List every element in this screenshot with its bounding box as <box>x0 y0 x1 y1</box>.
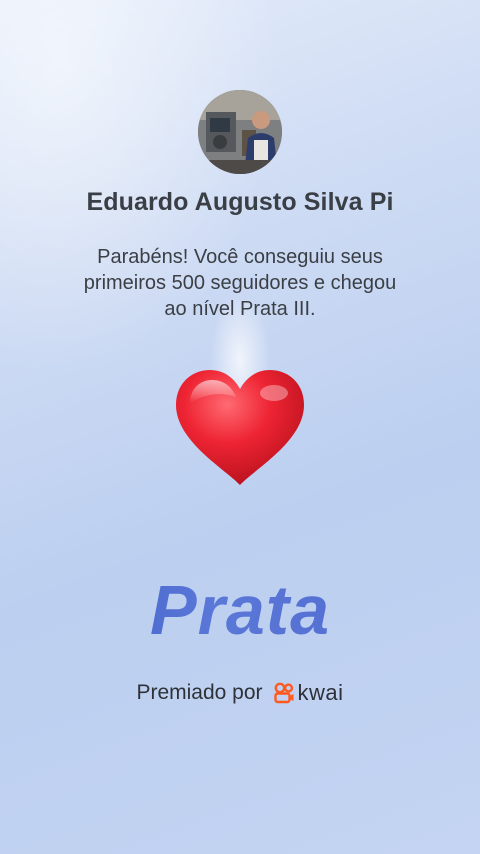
kwai-brand[interactable]: kwai <box>273 680 344 706</box>
awarded-by: Premiado por kwai <box>0 680 480 706</box>
user-name: Eduardo Augusto Silva Pi <box>86 188 394 216</box>
kwai-logo-icon <box>273 682 295 704</box>
kwai-brand-name: kwai <box>297 680 344 705</box>
message-line-2: primeiros 500 seguidores e chegou <box>83 272 397 294</box>
level-title: Prata <box>0 570 480 650</box>
heart-icon <box>170 365 310 490</box>
message-line-1: Parabéns! Você conseguiu seus <box>97 246 383 268</box>
message-line-3: ao nível Prata III. <box>164 298 316 320</box>
congrats-message: Parabéns! Você conseguiu seus primeiros … <box>60 244 420 322</box>
avatar[interactable] <box>198 90 282 174</box>
awarded-by-label: Premiado por <box>136 681 263 704</box>
user-photo-icon <box>198 90 282 174</box>
